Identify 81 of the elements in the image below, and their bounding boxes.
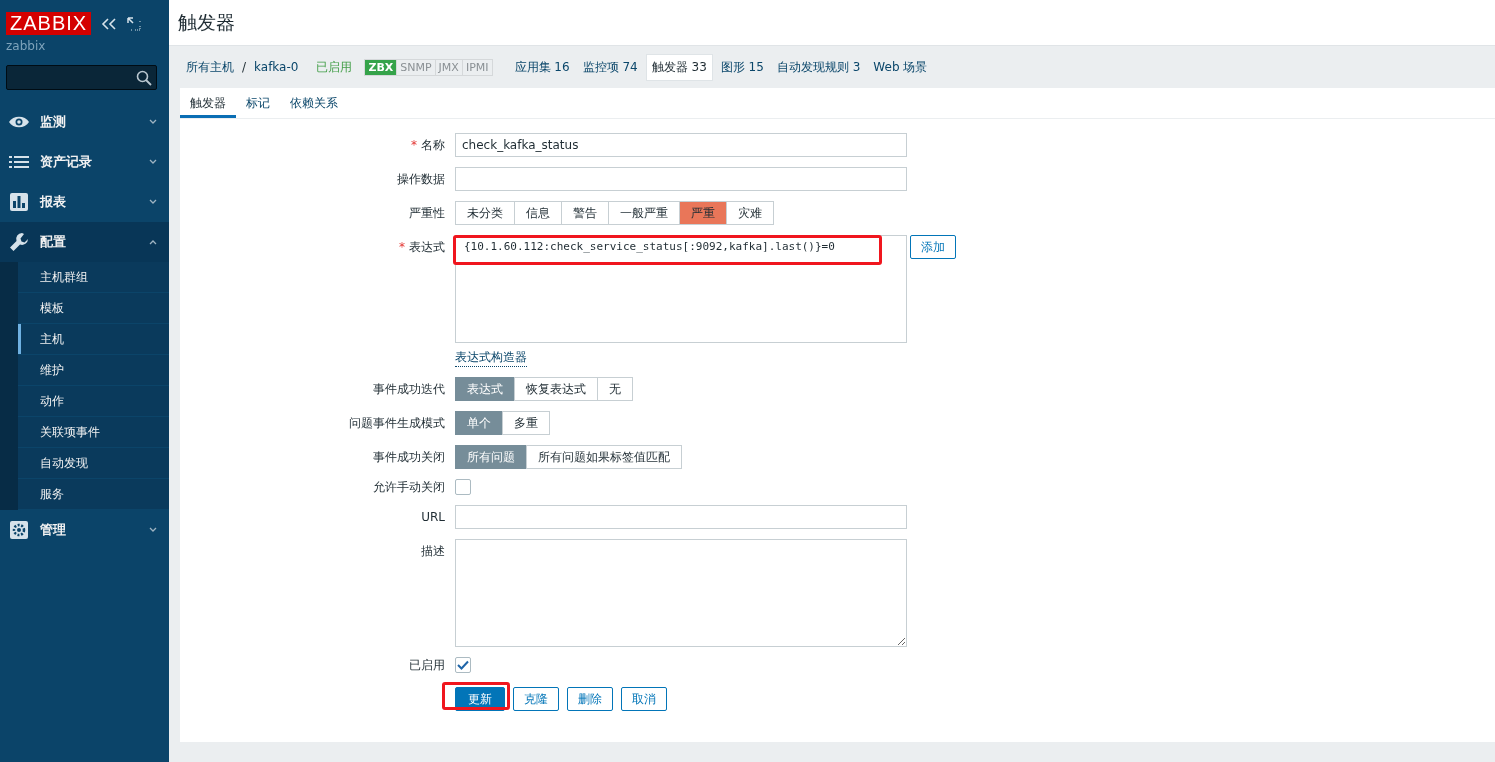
gear-icon [8,521,30,539]
field-label: 事件成功迭代 [372,381,445,398]
server-name: zabbix [5,38,47,53]
search-field[interactable] [6,65,157,90]
menu-item[interactable]: 报表 [0,182,169,222]
submenu-item[interactable]: 维护 [18,355,169,386]
form-button[interactable]: 取消 [621,687,667,711]
host-nav-tab[interactable]: 监控项 74 [577,54,643,80]
tab[interactable]: 依赖关系 [280,88,348,118]
tab[interactable]: 标记 [236,88,280,118]
expression-field[interactable]: {10.1.60.112:check_service_status[:9092,kafka].last()}=0 [455,235,907,343]
field-label: 允许手动关闭 [372,479,445,495]
submenu-item[interactable]: 主机群组 [18,262,169,293]
logo[interactable]: ZABBIX [6,12,92,35]
segment-option[interactable]: 信息 [514,201,562,225]
field-label: * 表达式 [398,239,445,256]
chevron-icon [149,239,157,245]
submenu-item[interactable]: 自动发现 [18,448,169,479]
text-area[interactable] [455,539,907,647]
availability-badge: JMX [434,59,462,75]
search-icon[interactable] [136,69,152,86]
field-label: 操作数据 [396,171,445,188]
submenu-item[interactable]: 模板 [18,293,169,324]
text-field[interactable]: check_kafka_status [455,133,907,157]
menu-item[interactable]: 管理 [0,510,169,550]
host-nav-tab[interactable]: 自动发现规则 3 [771,54,866,80]
field-label: 事件成功关闭 [372,449,445,466]
segment-option[interactable]: 严重 [679,201,727,225]
form-button[interactable]: 删除 [567,687,613,711]
text-field[interactable] [455,505,907,529]
host-nav-tab[interactable]: Web 场景 [868,54,933,80]
host-nav-tab[interactable]: 图形 15 [715,54,769,80]
availability-badge: IPMI [461,59,492,75]
submenu-item[interactable]: 关联项事件 [18,417,169,448]
chevron-icon [149,527,157,533]
host-nav-tab[interactable]: 触发器 33 [645,53,713,81]
breadcrumb-separator: / [242,60,247,74]
page-title: 触发器 [178,9,235,35]
menu-item[interactable]: 配置 [0,222,169,262]
list-icon [8,155,30,169]
field-label: 描述 [420,543,445,560]
segment-option[interactable]: 警告 [561,201,609,225]
checkbox[interactable] [455,657,471,673]
field-label: URL [420,509,445,526]
eye-icon [8,115,30,129]
collapse-icon[interactable] [101,16,118,31]
segment-option[interactable]: 多重 [502,411,550,435]
field-label: 严重性 [408,205,445,222]
expression-builder-link[interactable]: 表达式构造器 [455,349,527,367]
submenu-item[interactable]: 主机 [18,324,169,355]
availability-badge: SNMP [396,59,435,75]
wrench-icon [8,232,30,252]
kiosk-mode-icon[interactable] [127,16,142,31]
breadcrumb-link[interactable]: 所有主机 [186,58,234,76]
field-label: 问题事件生成模式 [348,415,445,432]
menu-item[interactable]: 资产记录 [0,142,169,182]
submenu-item[interactable]: 动作 [18,386,169,417]
tab[interactable]: 触发器 [180,88,236,118]
segment-option[interactable]: 灾难 [726,201,774,225]
field-label: * 名称 [410,137,445,154]
field-label: 已启用 [408,657,445,673]
expression-text: {10.1.60.112:check_service_status[:9092,kafka].last()}=0 [464,240,835,253]
chevron-icon [149,159,157,165]
chevron-icon [149,199,157,205]
segment-option[interactable]: 未分类 [455,201,515,225]
checkbox[interactable] [455,479,471,495]
host-nav-tab[interactable]: 应用集 16 [509,54,575,80]
menu-item[interactable]: 监测 [0,102,169,142]
availability-badge: ZBX [365,59,397,75]
required-mark: * [411,138,417,152]
bar-chart-icon [8,193,30,211]
text-field[interactable] [455,167,907,191]
required-mark: * [399,240,405,254]
segment-option[interactable]: 所有问题如果标签值匹配 [526,445,682,469]
submenu-item[interactable]: 服务 [18,479,169,510]
segment-option[interactable]: 无 [597,377,633,401]
breadcrumb-link[interactable]: kafka-0 [254,60,299,74]
form-button[interactable]: 克隆 [513,687,559,711]
segment-option[interactable]: 恢复表达式 [514,377,598,401]
chevron-icon [149,119,157,125]
add-button[interactable]: 添加 [910,235,956,259]
